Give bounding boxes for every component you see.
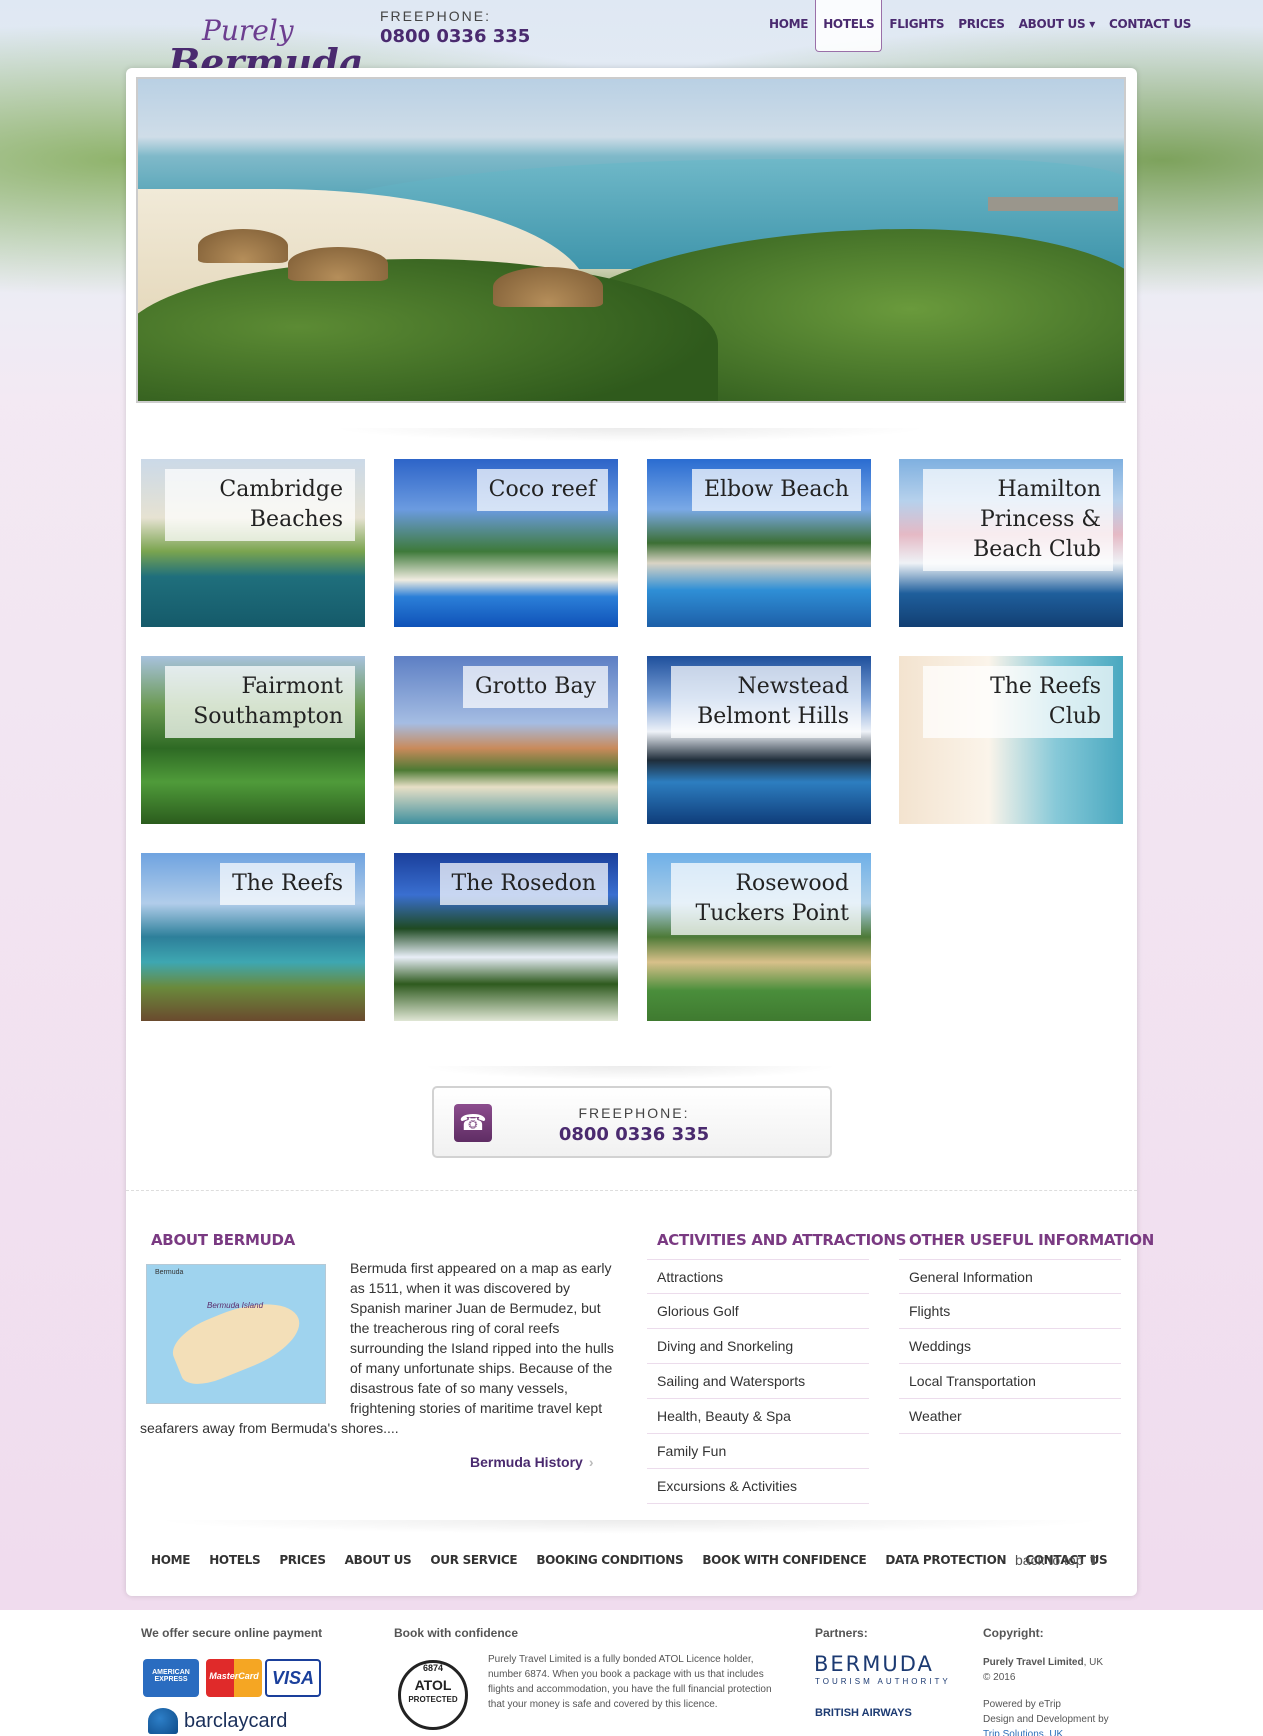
mastercard-icon: MasterCard <box>206 1659 262 1697</box>
hotel-tile[interactable]: Coco reef <box>394 459 618 627</box>
footer-nav-hotels[interactable]: HOTELS <box>209 1553 260 1567</box>
barclaycard-logo: barclaycard <box>184 1710 288 1732</box>
amex-card-icon: AMERICAN EXPRESS <box>143 1659 199 1697</box>
useful-info-link[interactable]: General Information <box>899 1259 1121 1294</box>
hotel-name: Coco reef <box>476 469 608 511</box>
bermuda-history-label: Bermuda History <box>470 1454 583 1470</box>
powered-by: Powered by eTrip <box>983 1699 1061 1710</box>
useful-info-link[interactable]: Weddings <box>899 1329 1121 1364</box>
confidence-title: Book with confidence <box>394 1626 519 1640</box>
bermuda-tourism-logo[interactable]: BERMUDA <box>814 1652 934 1676</box>
atol-number: 6874 <box>422 1663 444 1673</box>
map-island-label: Bermuda Island <box>207 1301 264 1310</box>
footer-nav-data-protection[interactable]: DATA PROTECTION <box>885 1553 1006 1567</box>
hotel-tile[interactable]: The Reefs Club <box>899 656 1123 824</box>
hotel-tile[interactable]: Hamilton Princess & Beach Club <box>899 459 1123 627</box>
design-by: Design and Development by <box>983 1714 1109 1725</box>
freephone-number[interactable]: 0800 0336 335 <box>380 26 530 47</box>
freephone-box-number[interactable]: 0800 0336 335 <box>434 1124 834 1145</box>
hotel-tile[interactable]: Cambridge Beaches <box>141 459 365 627</box>
activities-link[interactable]: Family Fun <box>647 1434 869 1469</box>
hotel-tile[interactable]: The Reefs <box>141 853 365 1021</box>
nav-hotels[interactable]: HOTELS <box>815 0 883 52</box>
activities-link[interactable]: Diving and Snorkeling <box>647 1329 869 1364</box>
activities-list: Attractions Glorious Golf Diving and Sno… <box>647 1259 869 1504</box>
hotel-name: The Reefs Club <box>923 666 1113 738</box>
atol-logo: 6874 ATOL PROTECTED <box>398 1660 468 1730</box>
hotel-tile[interactable]: Fairmont Southampton <box>141 656 365 824</box>
useful-info-link[interactable]: Local Transportation <box>899 1364 1121 1399</box>
useful-info-link[interactable]: Weather <box>899 1399 1121 1434</box>
british-airways-logo[interactable]: BRITISH AIRWAYS <box>815 1707 912 1719</box>
bermuda-map-image[interactable]: Bermuda Bermuda Island <box>146 1264 326 1404</box>
hotel-tile[interactable]: Rosewood Tuckers Point <box>647 853 871 1021</box>
hero-image <box>136 77 1126 403</box>
activities-link[interactable]: Glorious Golf <box>647 1294 869 1329</box>
chevron-right-icon: › <box>588 1454 594 1470</box>
activities-link[interactable]: Excursions & Activities <box>647 1469 869 1504</box>
hotel-name: Elbow Beach <box>691 469 861 511</box>
useful-info-title: OTHER USEFUL INFORMATION <box>909 1231 1154 1249</box>
main-nav: HOME HOTELS FLIGHTS PRICES ABOUT US ▾ CO… <box>762 0 1198 52</box>
hotel-name: Rosewood Tuckers Point <box>671 863 861 935</box>
payment-title: We offer secure online payment <box>141 1626 323 1640</box>
barclaycard-eagle-icon <box>148 1708 178 1734</box>
visa-card-icon: VISA <box>265 1659 321 1697</box>
hotel-name: Hamilton Princess & Beach Club <box>923 469 1113 571</box>
copyright-year: © 2016 <box>983 1672 1016 1683</box>
activities-link[interactable]: Sailing and Watersports <box>647 1364 869 1399</box>
hotel-name: Fairmont Southampton <box>165 666 355 738</box>
freephone-label: FREEPHONE: <box>380 8 492 24</box>
copyright-company: Purely Travel Limited <box>983 1657 1084 1668</box>
hotel-name: The Rosedon <box>439 863 608 905</box>
footer-nav-booking-conditions[interactable]: BOOKING CONDITIONS <box>536 1553 683 1567</box>
design-company-link[interactable]: Trip Solutions, UK <box>983 1727 1063 1736</box>
nav-prices[interactable]: PRICES <box>951 0 1011 52</box>
copyright-line: Purely Travel Limited, UK <box>983 1655 1103 1670</box>
footer-nav-prices[interactable]: PRICES <box>279 1553 326 1567</box>
nav-about-us[interactable]: ABOUT US ▾ <box>1012 0 1102 52</box>
hotel-tile[interactable]: Newstead Belmont Hills <box>647 656 871 824</box>
footer-nav-book-with-confidence[interactable]: BOOK WITH CONFIDENCE <box>702 1553 866 1567</box>
section-divider <box>126 1190 1137 1191</box>
activities-link[interactable]: Health, Beauty & Spa <box>647 1399 869 1434</box>
footer-nav-about-us[interactable]: ABOUT US <box>345 1553 412 1567</box>
bermuda-tourism-sub: TOURISM AUTHORITY <box>815 1677 951 1686</box>
atol-protected: PROTECTED <box>408 1695 458 1704</box>
freephone-box[interactable]: ☎ FREEPHONE: 0800 0336 335 <box>432 1086 832 1158</box>
nav-contact-us[interactable]: CONTACT US <box>1102 0 1198 52</box>
map-title: Bermuda <box>155 1269 184 1276</box>
atol-text: Purely Travel Limited is a fully bonded … <box>488 1654 772 1710</box>
activities-link[interactable]: Attractions <box>647 1259 869 1294</box>
about-title: ABOUT BERMUDA <box>151 1231 295 1249</box>
partners-title: Partners: <box>815 1626 868 1640</box>
useful-info-list: General Information Flights Weddings Loc… <box>899 1259 1121 1434</box>
useful-info-link[interactable]: Flights <box>899 1294 1121 1329</box>
atol-word: ATOL <box>414 1677 452 1693</box>
copyright-country: , UK <box>1083 1657 1104 1668</box>
copyright-title: Copyright: <box>983 1626 1044 1640</box>
hotel-name: The Reefs <box>220 863 355 905</box>
hotel-name: Newstead Belmont Hills <box>671 666 861 738</box>
back-to-top-link[interactable]: back to top ⬆ <box>1015 1552 1099 1569</box>
footer-nav-home[interactable]: HOME <box>151 1553 190 1567</box>
nav-flights[interactable]: FLIGHTS <box>882 0 951 52</box>
hotel-tile[interactable]: Elbow Beach <box>647 459 871 627</box>
nav-home[interactable]: HOME <box>762 0 815 52</box>
hotel-tile[interactable]: Grotto Bay <box>394 656 618 824</box>
freephone-box-label: FREEPHONE: <box>578 1105 690 1121</box>
bermuda-history-link[interactable]: Bermuda History › <box>470 1454 593 1470</box>
hotel-tile[interactable]: The Rosedon <box>394 853 618 1021</box>
activities-title: ACTIVITIES AND ATTRACTIONS <box>657 1231 907 1249</box>
hotel-name: Cambridge Beaches <box>165 469 355 541</box>
footer-nav: HOME HOTELS PRICES ABOUT US OUR SERVICE … <box>151 1553 1126 1567</box>
hotel-name: Grotto Bay <box>463 666 608 708</box>
footer-nav-our-service[interactable]: OUR SERVICE <box>430 1553 517 1567</box>
header-freephone: FREEPHONE: 0800 0336 335 <box>380 8 530 47</box>
